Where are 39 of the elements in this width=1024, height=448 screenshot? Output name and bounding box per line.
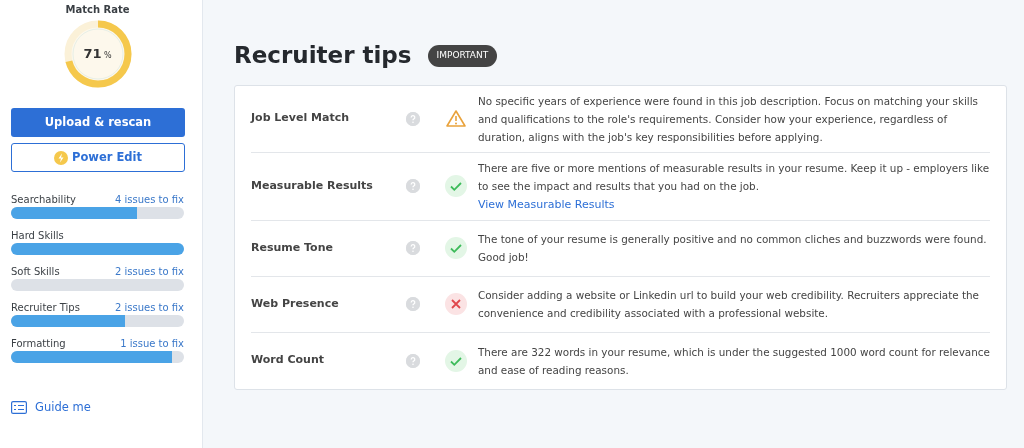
metric-label: Recruiter Tips: [11, 301, 80, 314]
power-edit-button[interactable]: Power Edit: [11, 143, 185, 172]
checklist-icon: [11, 401, 27, 415]
match-rate-ring: [62, 19, 133, 89]
tip-description: There are five or more mentions of measurable results in your resume. Keep it up - employers like to see the impact and results that you had on the job.: [478, 160, 990, 194]
page-title: Recruiter tips: [234, 42, 412, 70]
tip-description: Consider adding a website or Linkedin url to build your web credibility. Recruiters appreciate the convenience and credibility associated with a professional website.: [478, 288, 980, 322]
tip-description: No specific years of experience were found in this job description. Focus on matching your skills and qualifications to the role's requirements. Consider how your experience, regardless of duration, aligns with the job's key responsibilities before applying.: [478, 93, 979, 145]
tip-label: Word Count: [251, 352, 325, 369]
check-icon: [444, 348, 468, 373]
match-rate-label: Match Rate: [64, 3, 131, 17]
view-results-link[interactable]: View Measurable Results: [478, 197, 615, 211]
tip-label: Measurable Results: [251, 177, 374, 194]
metric-label: Hard Skills: [11, 229, 64, 242]
issues-link[interactable]: 2 issues to fix: [114, 300, 184, 314]
important-badge: IMPORTANT: [427, 45, 498, 67]
tip-description: The tone of your resume is generally positive and no common cliches and buzzwords were found. Good job!: [478, 232, 988, 266]
metric-label: Searchability: [11, 193, 76, 206]
tip-label: Resume Tone: [251, 239, 334, 256]
issues-link[interactable]: 1 issue to fix: [120, 336, 184, 350]
match-rate-value: 71 %: [82, 45, 113, 63]
help-icon[interactable]: [406, 297, 420, 312]
issues-link[interactable]: 4 issues to fix: [114, 192, 184, 206]
tip-label: Job Level Match: [251, 110, 351, 127]
help-icon[interactable]: [406, 179, 420, 194]
help-icon[interactable]: [406, 241, 420, 256]
help-icon[interactable]: [406, 111, 420, 126]
lightning-icon: [54, 150, 68, 165]
help-icon[interactable]: [406, 353, 420, 368]
issues-link[interactable]: 2 issues to fix: [114, 264, 184, 278]
tip-label: Web Presence: [251, 295, 340, 312]
check-icon: [444, 174, 468, 199]
upload-button[interactable]: Upload & rescan: [11, 108, 185, 137]
check-icon: [444, 236, 468, 261]
tip-description: There are 322 words in your resume, which is under the suggested 1000 word count for relevance and ease of reading reasons.: [478, 344, 990, 378]
cross-icon: [444, 292, 468, 317]
guide-link[interactable]: Guide me: [11, 399, 184, 417]
metric-label: Soft Skills: [11, 265, 60, 278]
metric-label: Formatting: [11, 337, 66, 350]
